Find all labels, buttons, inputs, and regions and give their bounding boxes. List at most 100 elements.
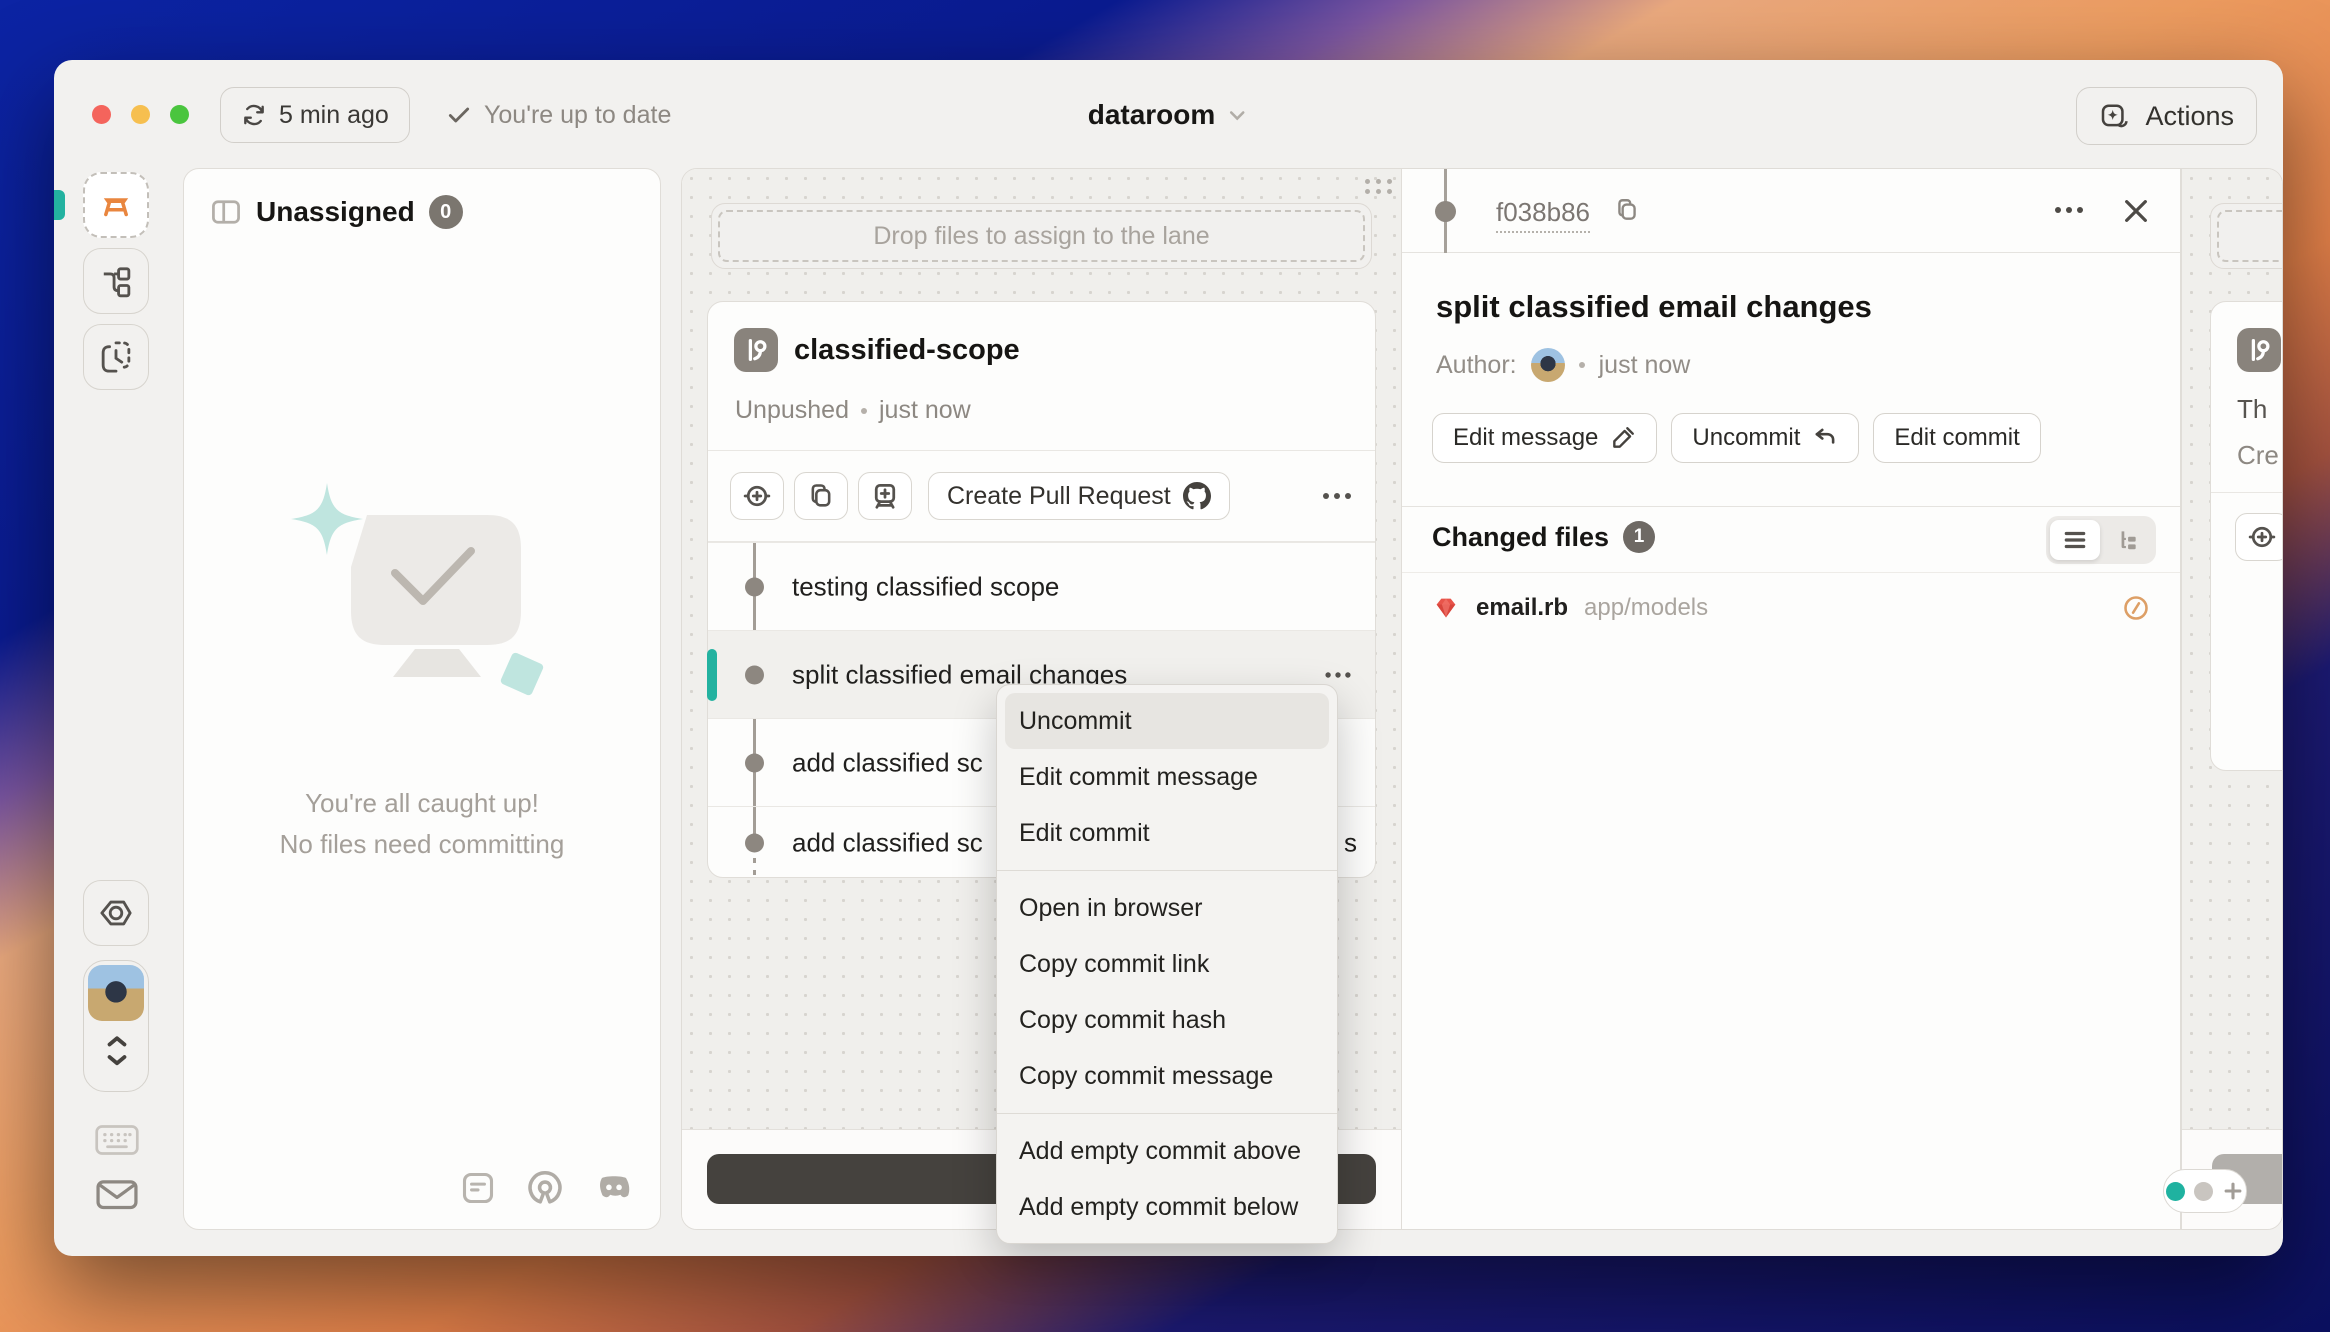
assign-target-button[interactable] bbox=[730, 472, 784, 520]
modified-status-icon bbox=[2122, 594, 2150, 622]
add-dependent-branch-button[interactable] bbox=[858, 472, 912, 520]
pencil-icon bbox=[1610, 425, 1636, 451]
actions-button[interactable]: Actions bbox=[2076, 87, 2257, 145]
sidebar-item-workspace[interactable] bbox=[83, 172, 149, 238]
commit-time: just now bbox=[1599, 351, 1691, 380]
empty-line1: You're all caught up! bbox=[280, 783, 565, 824]
branch-toolbar: Create Pull Request bbox=[708, 450, 1375, 542]
table-plus-icon bbox=[870, 481, 900, 511]
gear-icon bbox=[98, 895, 134, 931]
changed-file-row[interactable]: email.rb app/models bbox=[1402, 572, 2180, 642]
app-window: 5 min ago You're up to date dataroom Act… bbox=[54, 60, 2283, 1256]
edit-commit-label: Edit commit bbox=[1894, 424, 2019, 452]
check-icon bbox=[446, 102, 472, 128]
open-source-icon[interactable] bbox=[526, 1169, 564, 1207]
edit-message-label: Edit message bbox=[1453, 424, 1598, 452]
detail-menu-button[interactable] bbox=[2052, 205, 2086, 215]
commit-dot-icon bbox=[745, 753, 764, 772]
menu-item-copy-commit-hash[interactable]: Copy commit hash bbox=[1005, 992, 1329, 1048]
changed-files-count-badge: 1 bbox=[1623, 521, 1655, 553]
branch-badge-icon bbox=[734, 328, 778, 372]
duplicate-branch-button[interactable] bbox=[794, 472, 848, 520]
target-plus-icon bbox=[742, 481, 772, 511]
account-switcher[interactable] bbox=[83, 960, 149, 1092]
sync-icon bbox=[241, 102, 267, 128]
sidebar-item-history[interactable] bbox=[83, 324, 149, 390]
tree-view-icon bbox=[2114, 529, 2140, 551]
history-icon bbox=[98, 339, 134, 375]
minimize-window-button[interactable] bbox=[131, 105, 150, 124]
file-name: email.rb bbox=[1476, 594, 1568, 622]
edit-commit-button[interactable]: Edit commit bbox=[1873, 413, 2040, 463]
tree-view-button[interactable] bbox=[2102, 520, 2152, 560]
chevron-up-down-icon bbox=[102, 1029, 132, 1075]
list-view-button[interactable] bbox=[2050, 520, 2100, 560]
discord-icon[interactable] bbox=[594, 1171, 634, 1205]
menu-item-edit-commit-message[interactable]: Edit commit message bbox=[1005, 749, 1329, 805]
commit-message-tail: s bbox=[1344, 828, 1357, 859]
menu-item-open-in-browser[interactable]: Open in browser bbox=[1005, 880, 1329, 936]
menu-item-add-empty-commit-above[interactable]: Add empty commit above bbox=[1005, 1123, 1329, 1179]
actions-sparkle-icon bbox=[2099, 100, 2131, 132]
commit-detail-header: f038b86 bbox=[1402, 169, 2180, 253]
menu-item-copy-commit-message[interactable]: Copy commit message bbox=[1005, 1048, 1329, 1104]
commit-title: split classified email changes bbox=[1436, 289, 1872, 325]
commit-dot-icon bbox=[1435, 201, 1456, 222]
lane-drop-zone[interactable] bbox=[2210, 203, 2283, 269]
close-window-button[interactable] bbox=[92, 105, 111, 124]
avatar bbox=[88, 965, 144, 1021]
workspace-active-indicator bbox=[54, 190, 65, 220]
workspace: Drop files to assign to the lane classif… bbox=[681, 168, 2283, 1230]
branch-time: just now bbox=[879, 396, 971, 425]
dot-separator bbox=[1579, 362, 1585, 368]
commit-row[interactable]: testing classified scope bbox=[708, 542, 1375, 630]
commit-menu-button[interactable] bbox=[1323, 670, 1353, 679]
list-view-icon bbox=[2062, 529, 2088, 551]
push-status: Unpushed bbox=[735, 396, 849, 425]
up-to-date-status: You're up to date bbox=[446, 87, 671, 143]
feedback-mail-button[interactable] bbox=[94, 1174, 140, 1214]
assign-target-button[interactable] bbox=[2235, 513, 2283, 561]
uncommit-button[interactable]: Uncommit bbox=[1671, 413, 1859, 463]
menu-item-uncommit[interactable]: Uncommit bbox=[1005, 693, 1329, 749]
author-avatar bbox=[1531, 348, 1565, 382]
lane-drag-handle-icon[interactable] bbox=[1365, 179, 1393, 194]
lane-pager bbox=[2163, 1169, 2247, 1213]
copy-icon bbox=[807, 482, 835, 510]
up-to-date-label: You're up to date bbox=[484, 101, 671, 130]
branch-name[interactable]: classified-scope bbox=[794, 334, 1020, 367]
branch-menu-button[interactable] bbox=[1321, 491, 1353, 501]
edit-message-button[interactable]: Edit message bbox=[1432, 413, 1657, 463]
empty-state: You're all caught up! No files need comm… bbox=[184, 469, 660, 865]
split-pane-icon bbox=[210, 196, 242, 228]
create-pull-request-button[interactable]: Create Pull Request bbox=[928, 472, 1230, 520]
github-icon bbox=[1183, 482, 1211, 510]
drop-hint-label: Drop files to assign to the lane bbox=[873, 222, 1209, 251]
sync-button[interactable]: 5 min ago bbox=[220, 87, 410, 143]
branch-text-fragment: Cre bbox=[2237, 440, 2279, 471]
menu-item-add-empty-commit-below[interactable]: Add empty commit below bbox=[1005, 1179, 1329, 1235]
dot-separator bbox=[861, 408, 867, 414]
branch-card-partial: Th Cre bbox=[2210, 301, 2283, 771]
empty-line2: No files need committing bbox=[280, 824, 565, 865]
copy-hash-icon[interactable] bbox=[1614, 197, 1640, 223]
close-icon[interactable] bbox=[2120, 195, 2152, 227]
sidebar-item-branches[interactable] bbox=[83, 248, 149, 314]
pager-dot[interactable] bbox=[2194, 1182, 2213, 1201]
feedback-note-icon[interactable] bbox=[460, 1170, 496, 1206]
project-switcher[interactable]: dataroom bbox=[1088, 87, 1250, 143]
menu-item-edit-commit[interactable]: Edit commit bbox=[1005, 805, 1329, 861]
menu-item-copy-commit-link[interactable]: Copy commit link bbox=[1005, 936, 1329, 992]
traffic-lights bbox=[92, 105, 189, 124]
commit-hash[interactable]: f038b86 bbox=[1496, 197, 1590, 233]
commit-message: add classified sc bbox=[792, 747, 983, 778]
commit-dot-icon bbox=[745, 834, 764, 853]
add-lane-plus-icon[interactable] bbox=[2222, 1180, 2244, 1202]
zoom-window-button[interactable] bbox=[170, 105, 189, 124]
changed-files-header: Changed files 1 bbox=[1402, 506, 2180, 572]
settings-button[interactable] bbox=[83, 880, 149, 946]
pager-dot-active[interactable] bbox=[2166, 1182, 2185, 1201]
keyboard-shortcuts-button[interactable] bbox=[94, 1122, 140, 1158]
lane-drop-zone[interactable]: Drop files to assign to the lane bbox=[711, 203, 1372, 269]
unassigned-count-badge: 0 bbox=[429, 195, 463, 229]
